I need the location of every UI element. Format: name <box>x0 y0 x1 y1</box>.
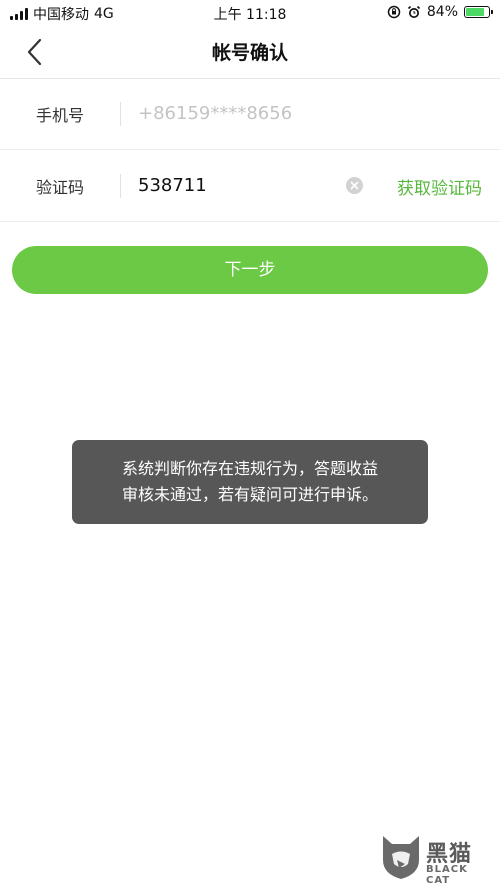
code-divider <box>120 174 121 198</box>
alarm-clock-icon <box>407 5 420 18</box>
status-right: 84% <box>387 4 493 20</box>
toast-message: 系统判断你存在违规行为，答题收益 审核未通过，若有疑问可进行申诉。 <box>72 440 428 524</box>
next-step-button[interactable]: 下一步 <box>12 246 488 294</box>
watermark-subtitle: BLACK CAT <box>426 864 468 886</box>
phone-divider <box>120 102 121 126</box>
get-code-button[interactable]: 获取验证码 <box>397 174 482 199</box>
toast-line-1: 系统判断你存在违规行为，答题收益 <box>121 459 378 478</box>
rotation-lock-icon <box>387 5 401 19</box>
nav-bar: 帐号确认 <box>0 26 500 79</box>
phone-row: 手机号 <box>0 78 500 150</box>
phone-label: 手机号 <box>36 106 85 125</box>
code-row: 验证码 获取验证码 <box>0 150 500 222</box>
page-title: 帐号确认 <box>211 42 288 64</box>
screen: 中国移动 4G 上午 11:18 84% 帐号确认 手机号 +86159****… <box>0 0 500 888</box>
battery-icon <box>464 6 493 18</box>
phone-input[interactable] <box>138 100 358 126</box>
clear-input-button[interactable] <box>346 177 363 194</box>
black-cat-logo-icon <box>383 836 419 879</box>
code-input[interactable] <box>138 172 328 198</box>
code-label: 验证码 <box>36 178 85 197</box>
toast-line-2: 审核未通过，若有疑问可进行申诉。 <box>121 485 378 504</box>
watermark: 黑猫 BLACK CAT <box>380 834 492 886</box>
clear-icon <box>346 177 363 194</box>
battery-percent: 84% <box>426 4 458 20</box>
status-bar: 中国移动 4G 上午 11:18 84% <box>0 0 500 26</box>
